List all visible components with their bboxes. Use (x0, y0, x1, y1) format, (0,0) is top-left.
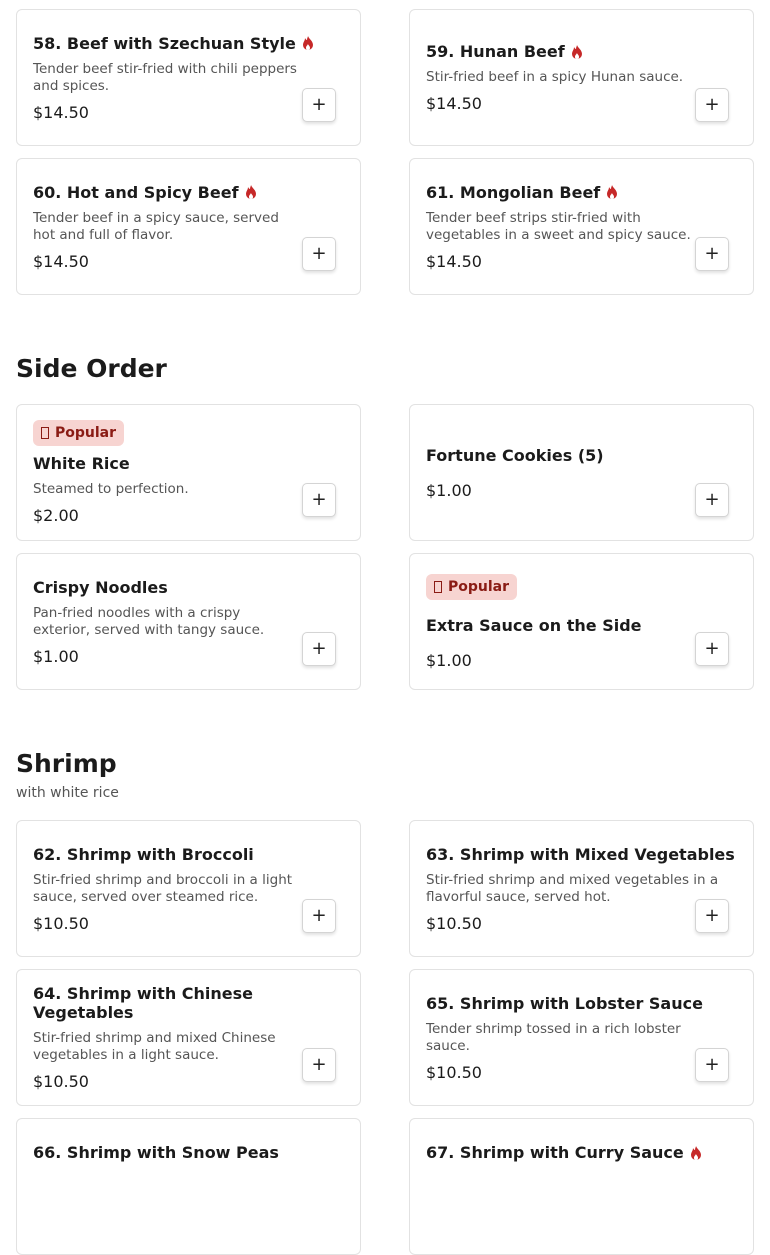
add-to-cart-button[interactable]: + (695, 899, 729, 933)
item-description: Stir-fried shrimp and mixed Chinese vege… (33, 1030, 276, 1063)
item-title: 67. Shrimp with Curry Sauce (426, 1143, 701, 1162)
add-to-cart-button[interactable]: + (302, 483, 336, 517)
item-description: Stir-fried shrimp and mixed vegetables i… (426, 871, 719, 905)
spicy-icon (607, 185, 618, 199)
item-title: Fortune Cookies (5) (426, 445, 604, 465)
menu-item-card[interactable]: 62. Shrimp with Broccoli Stir-fried shri… (16, 820, 361, 957)
add-to-cart-button[interactable]: + (302, 1048, 336, 1082)
menu-item-card[interactable]: 67. Shrimp with Curry Sauce (409, 1118, 754, 1255)
item-price: $14.50 (426, 251, 482, 271)
add-to-cart-button[interactable]: + (302, 632, 336, 666)
popular-badge: Popular (426, 573, 518, 600)
item-price: $1.00 (426, 650, 472, 670)
item-price: $10.50 (33, 1072, 89, 1091)
section-title-shrimp: Shrimp (16, 749, 117, 778)
spicy-icon (245, 185, 256, 199)
item-title-text: 61. Mongolian Beef (426, 182, 601, 202)
item-description: Tender beef in a spicy sauce, served hot… (33, 209, 279, 243)
popular-badge-label: Popular (55, 425, 117, 441)
add-to-cart-button[interactable]: + (695, 632, 729, 666)
section-title-side-order: Side Order (16, 354, 167, 383)
item-description: Stir-fried beef in a spicy Hunan sauce. (426, 69, 684, 85)
popular-badge: Popular (33, 420, 125, 446)
menu-item-card[interactable]: Popular Extra Sauce on the Side $1.00 + (409, 553, 754, 690)
spicy-icon (302, 36, 313, 50)
item-price: $14.50 (426, 94, 482, 113)
item-price: $14.50 (33, 102, 89, 122)
menu-item-card[interactable]: 63. Shrimp with Mixed Vegetables Stir-fr… (409, 820, 754, 957)
menu-item-card[interactable]: 66. Shrimp with Snow Peas (16, 1118, 361, 1255)
item-title: 59. Hunan Beef (426, 42, 693, 61)
item-title: 58. Beef with Szechuan Style (33, 33, 313, 53)
menu-item-card[interactable]: 60. Hot and Spicy Beef Tender beef in a … (16, 158, 361, 295)
item-price: $10.50 (426, 1062, 482, 1082)
item-title-text: 60. Hot and Spicy Beef (33, 182, 239, 202)
menu-item-card[interactable]: Crispy Noodles Pan-fried noodles with a … (16, 553, 361, 690)
popular-icon (41, 427, 49, 439)
menu-item-card[interactable]: Fortune Cookies (5) $1.00 + (409, 404, 754, 541)
item-title-text: 58. Beef with Szechuan Style (33, 33, 296, 53)
item-title: 66. Shrimp with Snow Peas (33, 1143, 279, 1162)
item-title-text: 59. Hunan Beef (426, 42, 565, 61)
item-price: $10.50 (33, 913, 89, 933)
popular-badge-label: Popular (448, 578, 510, 595)
item-description: Tender shrimp tossed in a rich lobster s… (426, 1020, 681, 1054)
item-price: $14.50 (33, 251, 89, 271)
item-price: $1.00 (426, 480, 472, 500)
item-price: $1.00 (33, 646, 79, 666)
item-description: Pan-fried noodles with a crispy exterior… (33, 604, 265, 638)
section-subtitle: with white rice (16, 785, 119, 801)
menu-item-card[interactable]: 64. Shrimp with Chinese Vegetables Stir-… (16, 969, 361, 1106)
item-title: 61. Mongolian Beef (426, 183, 693, 202)
menu-item-card[interactable]: Popular White Rice Steamed to perfection… (16, 404, 361, 541)
item-title: 63. Shrimp with Mixed Vegetables (426, 844, 735, 864)
item-title: 62. Shrimp with Broccoli (33, 844, 254, 864)
item-title: 60. Hot and Spicy Beef (33, 183, 300, 202)
add-to-cart-button[interactable]: + (695, 88, 729, 122)
item-description: Tender beef strips stir-fried with veget… (426, 209, 691, 243)
menu-item-card[interactable]: 59. Hunan Beef Stir-fried beef in a spic… (409, 9, 754, 146)
add-to-cart-button[interactable]: + (695, 483, 729, 517)
menu-item-card[interactable]: 61. Mongolian Beef Tender beef strips st… (409, 158, 754, 295)
item-description: Steamed to perfection. (33, 481, 189, 497)
spicy-icon (690, 1145, 701, 1160)
popular-icon (434, 580, 442, 593)
spicy-icon (571, 44, 582, 59)
item-title: White Rice (33, 454, 130, 473)
item-description: Tender beef stir-fried with chili pepper… (33, 60, 297, 94)
item-title: 65. Shrimp with Lobster Sauce (426, 993, 703, 1013)
item-description: Stir-fried shrimp and broccoli in a ligh… (33, 871, 293, 905)
add-to-cart-button[interactable]: + (695, 1048, 729, 1082)
add-to-cart-button[interactable]: + (302, 88, 336, 122)
item-title: Crispy Noodles (33, 577, 168, 597)
menu-item-card[interactable]: 58. Beef with Szechuan Style Tender beef… (16, 9, 361, 146)
add-to-cart-button[interactable]: + (302, 899, 336, 933)
add-to-cart-button[interactable]: + (695, 237, 729, 271)
item-title: 64. Shrimp with Chinese Vegetables (33, 984, 254, 1022)
menu-item-card[interactable]: 65. Shrimp with Lobster Sauce Tender shr… (409, 969, 754, 1106)
add-to-cart-button[interactable]: + (302, 237, 336, 271)
item-title: Extra Sauce on the Side (426, 615, 642, 635)
item-price: $2.00 (33, 506, 79, 525)
item-title-text: 67. Shrimp with Curry Sauce (426, 1143, 684, 1162)
